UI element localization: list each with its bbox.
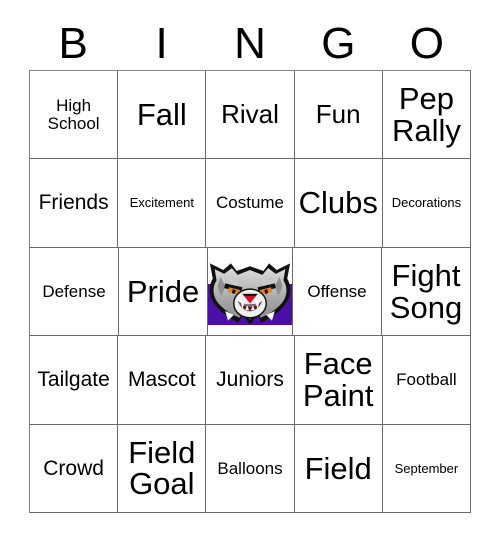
bingo-cell[interactable]: Pride (119, 247, 208, 337)
bingo-cell[interactable]: Defense (30, 247, 119, 337)
bingo-cell-label: Fight Song (389, 257, 463, 325)
bingo-cell-label: Field Goal (128, 434, 196, 502)
bingo-header-letter-b: B (58, 19, 88, 68)
bingo-cell-label: Crowd (43, 456, 104, 480)
bingo-cell[interactable]: Fall (118, 71, 207, 160)
bingo-header-letter-n: N (234, 19, 266, 68)
bingo-cell-label: Tailgate (37, 368, 110, 392)
bingo-cell-label: Fall (136, 96, 187, 132)
bingo-cell-label: Pride (126, 273, 200, 309)
bingo-cell[interactable]: Football (382, 336, 472, 425)
bingo-cell-label: Football (396, 370, 457, 390)
bingo-cell[interactable]: Balloons (206, 424, 295, 514)
bingo-header-letter-o: O (409, 19, 444, 68)
bingo-cell-label: Pep Rally (391, 81, 461, 148)
wildcat-mascot-icon (209, 262, 291, 324)
bingo-cell[interactable]: High School (30, 71, 119, 160)
bingo-cell-label: Fun (315, 99, 361, 130)
bingo-cell[interactable]: Rival (206, 71, 295, 160)
bingo-cell[interactable]: September (382, 424, 472, 514)
bingo-cell-label: Decorations (391, 195, 462, 211)
bingo-cell[interactable]: Costume (206, 159, 295, 248)
mascot-container (208, 247, 292, 336)
bingo-row: Defense Pride Offense Fight Song (30, 247, 471, 337)
bingo-cell-label: Mascot (127, 368, 196, 392)
bingo-cell[interactable]: Excitement (118, 159, 207, 248)
bingo-cell-label: Friends (38, 191, 109, 215)
bingo-cell[interactable]: Face Paint (294, 336, 383, 425)
bingo-header-letter-i: I (155, 19, 168, 68)
bingo-cell[interactable]: Tailgate (30, 336, 119, 425)
bingo-cell[interactable]: Clubs (294, 159, 383, 248)
bingo-cell[interactable]: Field Goal (118, 424, 207, 514)
bingo-cell-label: Defense (42, 281, 106, 301)
bingo-cell[interactable]: Decorations (382, 159, 472, 248)
bingo-cell[interactable]: Fun (294, 71, 383, 160)
bingo-cell-label: September (394, 460, 459, 476)
bingo-cell[interactable]: Crowd (30, 424, 119, 514)
bingo-header-letter-g: G (321, 19, 356, 68)
bingo-row: High School Fall Rival Fun Pep Rally (30, 71, 472, 160)
bingo-cell[interactable]: Friends (30, 159, 119, 248)
bingo-cell-label: Field (304, 450, 372, 486)
bingo-header: B I N G O (29, 18, 471, 70)
bingo-cell-label: Juniors (216, 368, 284, 392)
bingo-cell-label: High School (47, 96, 100, 133)
bingo-cell[interactable]: Pep Rally (382, 71, 472, 160)
bingo-free-space-cell[interactable] (208, 247, 293, 337)
bingo-cell-label: Costume (215, 193, 285, 213)
bingo-cell[interactable]: Mascot (118, 336, 207, 425)
bingo-cell-label: Excitement (129, 195, 194, 211)
bingo-cell[interactable]: Fight Song (382, 247, 471, 337)
bingo-row: Friends Excitement Costume Clubs Decorations (30, 159, 472, 248)
bingo-cell[interactable]: Offense (293, 247, 382, 337)
bingo-cell[interactable]: Field (294, 424, 383, 514)
bingo-cell-label: Offense (307, 281, 367, 301)
bingo-cell-label: Face Paint (302, 346, 374, 413)
bingo-cell[interactable]: Juniors (206, 336, 295, 425)
bingo-cell-label: Rival (221, 99, 279, 130)
bingo-row: Crowd Field Goal Balloons Field September (30, 424, 472, 514)
bingo-card: B I N G O High School Fall Rival Fun Pep Ral… (0, 0, 500, 544)
bingo-row: Tailgate Mascot Juniors Face Paint Football (30, 336, 472, 425)
bingo-cell-label: Clubs (298, 185, 378, 221)
bingo-grid: High School Fall Rival Fun Pep Rally Friends E… (29, 70, 472, 514)
bingo-cell-label: Balloons (217, 458, 283, 478)
